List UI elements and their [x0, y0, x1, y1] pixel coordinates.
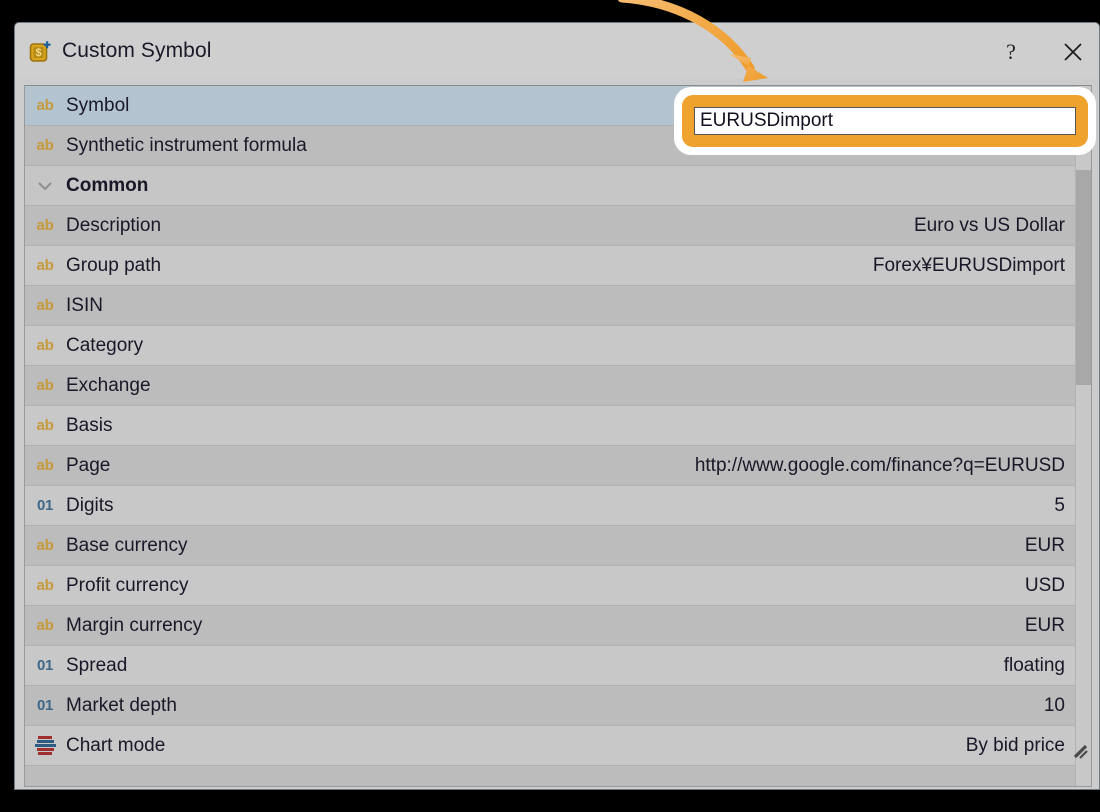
close-button[interactable] [1053, 37, 1093, 67]
text-type-icon: ab [36, 97, 54, 114]
vertical-scrollbar[interactable] [1075, 86, 1091, 786]
property-table: ab Symbol ab Synthetic instrument formula Co… [24, 85, 1092, 787]
table-row[interactable]: ab Exchange [25, 366, 1076, 406]
row-value[interactable]: http://www.google.com/finance?q=EURUSD [695, 455, 1076, 477]
row-label: Exchange [66, 374, 151, 396]
row-label: Profit currency [66, 574, 189, 596]
table-row[interactable]: ab Profit currency USD [25, 566, 1076, 606]
row-label: Page [66, 454, 111, 476]
row-label: Category [66, 334, 144, 356]
row-label: Base currency [66, 534, 188, 556]
row-label: Description [66, 214, 162, 236]
text-type-icon: ab [36, 137, 54, 154]
table-row[interactable]: Common [25, 166, 1076, 206]
row-value[interactable]: Forex¥EURUSDimport [873, 255, 1076, 277]
table-row[interactable] [25, 766, 1076, 786]
symbol-input[interactable] [694, 107, 1076, 135]
table-row[interactable]: 01 Market depth 10 [25, 686, 1076, 726]
text-type-icon: ab [36, 337, 54, 354]
text-type-icon: ab [36, 577, 54, 594]
table-row[interactable]: ab Basis [25, 406, 1076, 446]
row-value[interactable]: EUR [1025, 535, 1076, 557]
help-button[interactable]: ? [991, 37, 1031, 67]
row-label: Chart mode [66, 734, 166, 756]
svg-text:$: $ [35, 47, 41, 59]
text-type-icon: ab [36, 457, 54, 474]
number-type-icon: 01 [36, 497, 54, 514]
scrollbar-thumb[interactable] [1076, 170, 1091, 385]
row-label: Group path [66, 254, 162, 276]
row-value[interactable]: By bid price [966, 735, 1076, 757]
text-type-icon: ab [36, 217, 54, 234]
dialog-title-bar[interactable]: $ Custom Symbol ? [15, 23, 1099, 79]
table-row[interactable]: ab Description Euro vs US Dollar [25, 206, 1076, 246]
text-type-icon: ab [36, 297, 54, 314]
section-header-label: Common [66, 174, 149, 196]
row-value[interactable]: floating [1004, 655, 1076, 677]
symbol-field-highlight-ring [674, 87, 1096, 155]
close-icon [1064, 43, 1082, 61]
row-label: ISIN [66, 294, 103, 316]
row-value[interactable]: EUR [1025, 615, 1076, 637]
table-row[interactable]: ab ISIN [25, 286, 1076, 326]
text-type-icon: ab [36, 417, 54, 434]
row-label: Margin currency [66, 614, 203, 636]
chevron-down-icon[interactable] [25, 176, 65, 196]
table-row[interactable]: ab Base currency EUR [25, 526, 1076, 566]
table-row[interactable]: ab Group path Forex¥EURUSDimport [25, 246, 1076, 286]
property-rows: ab Symbol ab Synthetic instrument formula Co… [25, 86, 1076, 786]
row-label: Market depth [66, 694, 177, 716]
table-row[interactable]: ab Margin currency EUR [25, 606, 1076, 646]
table-row[interactable]: ab Page http://www.google.com/finance?q=EU… [25, 446, 1076, 486]
row-value[interactable]: USD [1025, 575, 1076, 597]
text-type-icon: ab [36, 377, 54, 394]
screenshot-root: $ Custom Symbol ? ab Symbol ab Synthetic in… [0, 0, 1100, 812]
table-row[interactable]: 01 Spread floating [25, 646, 1076, 686]
row-value[interactable]: 5 [1054, 495, 1076, 517]
row-value[interactable]: 10 [1044, 695, 1076, 717]
text-type-icon: ab [36, 617, 54, 634]
row-label: Digits [66, 494, 114, 516]
table-row[interactable]: ab Category [25, 326, 1076, 366]
number-type-icon: 01 [36, 697, 54, 714]
row-label: Basis [66, 414, 113, 436]
table-row[interactable]: 01 Digits 5 [25, 486, 1076, 526]
table-row[interactable]: Chart mode By bid price [25, 726, 1076, 766]
number-type-icon: 01 [36, 657, 54, 674]
page-title: Custom Symbol [62, 39, 212, 62]
text-type-icon: ab [36, 537, 54, 554]
text-type-icon: ab [36, 257, 54, 274]
custom-symbol-icon: $ [29, 41, 51, 62]
row-label: Spread [66, 654, 128, 676]
chart-mode-icon [25, 736, 65, 756]
row-value[interactable]: Euro vs US Dollar [914, 215, 1076, 237]
resize-grip-icon[interactable] [1073, 744, 1089, 760]
